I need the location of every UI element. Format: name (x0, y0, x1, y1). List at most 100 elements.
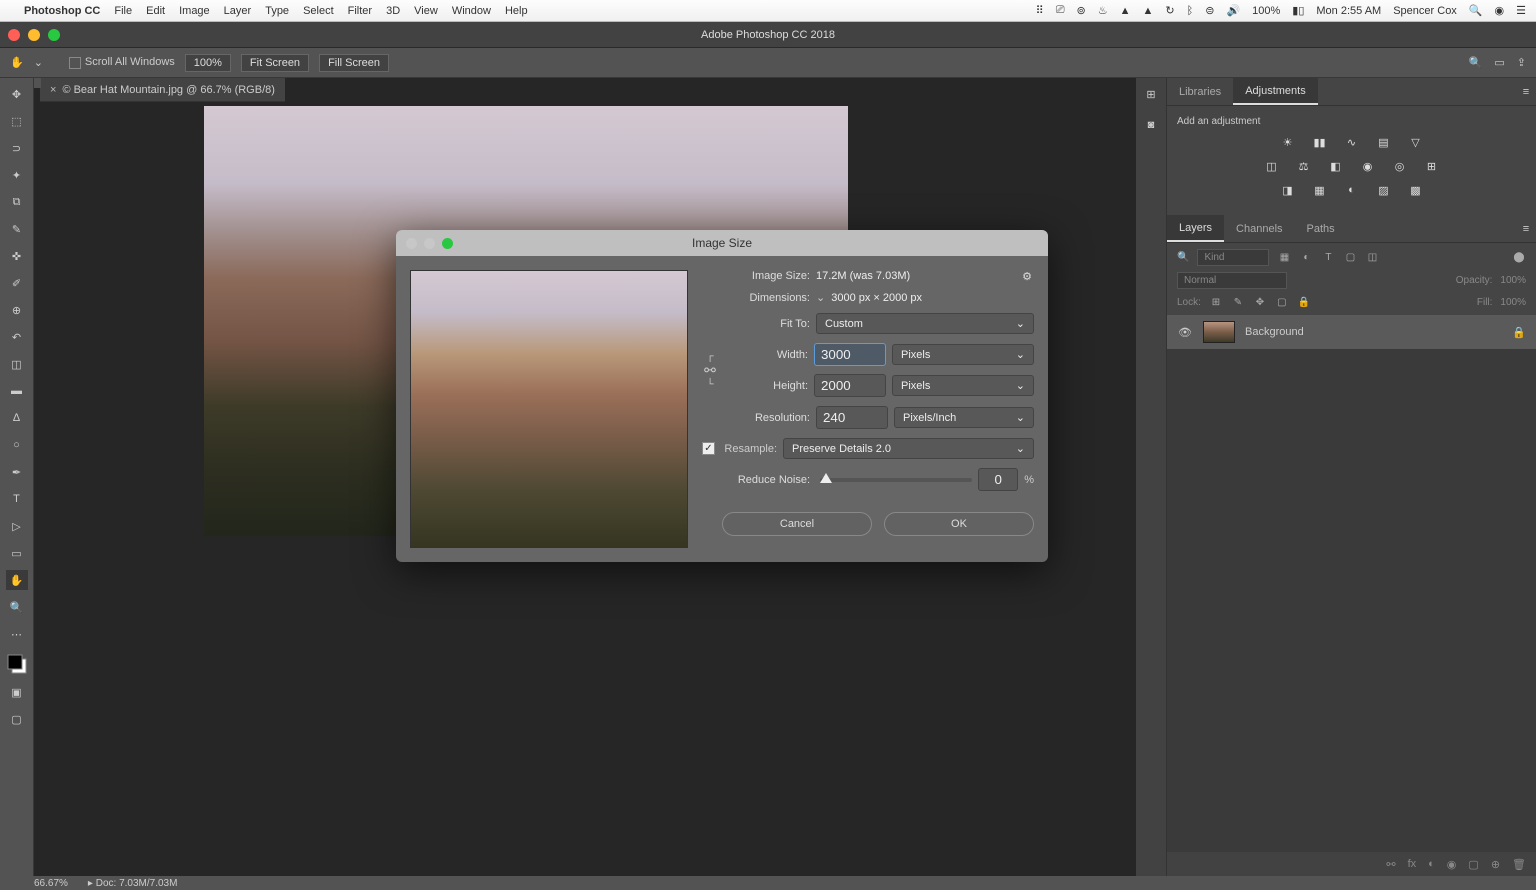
dropbox-icon[interactable]: ⠿ (1036, 4, 1044, 17)
resolution-unit-select[interactable]: Pixels/Inch⌄ (894, 407, 1034, 428)
fx-icon[interactable]: fx (1408, 858, 1417, 870)
history-brush-tool[interactable]: ↶ (6, 327, 28, 347)
warning-icon[interactable]: ▲ (1120, 5, 1131, 17)
bluetooth-icon[interactable]: ᛒ (1187, 5, 1194, 17)
hand-tool[interactable]: ✋ (6, 570, 28, 590)
dodge-tool[interactable]: ○ (6, 435, 28, 455)
menu-image[interactable]: Image (179, 5, 210, 17)
resample-checkbox[interactable]: ✓ (702, 442, 715, 455)
dimensions-chevron-icon[interactable]: ⌄ (816, 291, 825, 304)
tab-layers[interactable]: Layers (1167, 215, 1224, 242)
fit-screen-button[interactable]: Fit Screen (241, 54, 309, 72)
tool-preset-chevron[interactable]: ⌄ (34, 56, 43, 69)
menu-edit[interactable]: Edit (146, 5, 165, 17)
layer-filter-kind[interactable]: Kind (1197, 249, 1269, 266)
adj-levels-icon[interactable]: ▮▮ (1311, 133, 1329, 151)
pen-tool[interactable]: ✒ (6, 462, 28, 482)
adj-bw-icon[interactable]: ◧ (1327, 157, 1345, 175)
zoom-window[interactable] (48, 29, 60, 41)
document-tab[interactable]: × © Bear Hat Mountain.jpg @ 66.7% (RGB/8… (40, 78, 285, 102)
ok-button[interactable]: OK (884, 512, 1034, 536)
blend-mode-select[interactable]: Normal (1177, 272, 1287, 289)
filter-smart-icon[interactable]: ◫ (1365, 251, 1379, 265)
type-tool[interactable]: T (6, 489, 28, 509)
layer-visibility-icon[interactable]: 👁 (1177, 326, 1193, 339)
menu-type[interactable]: Type (265, 5, 289, 17)
delete-layer-icon[interactable]: 🗑 (1512, 858, 1526, 871)
cancel-button[interactable]: Cancel (722, 512, 872, 536)
menu-3d[interactable]: 3D (386, 5, 400, 17)
adj-balance-icon[interactable]: ⚖ (1295, 157, 1313, 175)
layers-panel-menu-icon[interactable]: ≡ (1516, 215, 1536, 242)
new-group-icon[interactable]: ▢ (1468, 858, 1478, 871)
layer-row-background[interactable]: 👁 Background 🔒 (1167, 315, 1536, 349)
filter-toggle[interactable]: ⬤ (1512, 251, 1526, 265)
dialog-preview[interactable] (410, 270, 688, 548)
quickmask-tool[interactable]: ▣ (6, 682, 28, 702)
height-input[interactable] (814, 374, 886, 397)
more-tools[interactable]: ⋯ (6, 624, 28, 644)
marquee-tool[interactable]: ⬚ (6, 111, 28, 131)
adj-gradient-icon[interactable]: ▨ (1375, 181, 1393, 199)
crop-tool[interactable]: ⧉ (6, 192, 28, 212)
adj-photo-icon[interactable]: ◉ (1359, 157, 1377, 175)
link-layers-icon[interactable]: ⚯ (1386, 858, 1395, 871)
tab-adjustments[interactable]: Adjustments (1233, 78, 1318, 105)
lock-all-icon[interactable]: 🔒 (1297, 295, 1311, 309)
lock-artboard-icon[interactable]: ▢ (1275, 295, 1289, 309)
panel-icon-2[interactable]: ◙ (1148, 119, 1155, 131)
siri-icon[interactable]: ◉ (1495, 4, 1505, 17)
status-zoom[interactable]: 66.67% (34, 878, 68, 889)
new-layer-icon[interactable]: ⊕ (1491, 858, 1500, 871)
search-icon[interactable]: 🔍 (1469, 56, 1483, 69)
adj-vibrance-icon[interactable]: ▽ (1407, 133, 1425, 151)
filter-pixel-icon[interactable]: ▦ (1277, 251, 1291, 265)
spotlight-icon[interactable]: 🔍 (1469, 4, 1483, 17)
tab-paths[interactable]: Paths (1295, 215, 1347, 242)
lock-brush-icon[interactable]: ✎ (1231, 295, 1245, 309)
tab-libraries[interactable]: Libraries (1167, 78, 1233, 105)
fill-screen-button[interactable]: Fill Screen (319, 54, 389, 72)
status-doc-info[interactable]: ▸ Doc: 7.03M/7.03M (88, 878, 178, 889)
fill-value[interactable]: 100% (1500, 297, 1526, 308)
adj-invert-icon[interactable]: ◨ (1279, 181, 1297, 199)
zoom-tool[interactable]: 🔍 (6, 597, 28, 617)
flame-icon[interactable]: ♨ (1098, 4, 1108, 17)
shape-tool[interactable]: ▭ (6, 543, 28, 563)
menu-select[interactable]: Select (303, 5, 334, 17)
move-tool[interactable]: ✥ (6, 84, 28, 104)
path-select-tool[interactable]: ▷ (6, 516, 28, 536)
gradient-tool[interactable]: ▬ (6, 381, 28, 401)
hand-tool-icon[interactable]: ✋ (10, 56, 24, 69)
battery-icon[interactable]: ▮▯ (1292, 4, 1304, 17)
dialog-close[interactable] (406, 238, 417, 249)
blur-tool[interactable]: ∆ (6, 408, 28, 428)
user-name[interactable]: Spencer Cox (1393, 5, 1457, 17)
eraser-tool[interactable]: ◫ (6, 354, 28, 374)
resolution-input[interactable] (816, 406, 888, 429)
fitto-select[interactable]: Custom⌄ (816, 313, 1034, 334)
noise-input[interactable] (978, 468, 1018, 491)
eyedropper-tool[interactable]: ✎ (6, 219, 28, 239)
adj-curves-icon[interactable]: ∿ (1343, 133, 1361, 151)
opacity-value[interactable]: 100% (1500, 275, 1526, 286)
dialog-zoom[interactable] (442, 238, 453, 249)
screenmode-tool[interactable]: ▢ (6, 709, 28, 729)
width-unit-select[interactable]: Pixels⌄ (892, 344, 1034, 365)
filter-shape-icon[interactable]: ▢ (1343, 251, 1357, 265)
tab-channels[interactable]: Channels (1224, 215, 1294, 242)
lasso-tool[interactable]: ⊃ (6, 138, 28, 158)
constrain-link-icon[interactable]: ┌ ⚯ └ (702, 351, 718, 390)
cc-icon[interactable]: ⊚ (1077, 4, 1086, 17)
noise-slider[interactable] (820, 478, 972, 482)
layer-thumbnail[interactable] (1203, 321, 1235, 343)
scroll-all-checkbox[interactable]: Scroll All Windows (69, 56, 175, 68)
layer-name[interactable]: Background (1245, 326, 1304, 338)
adj-selective-icon[interactable]: ▩ (1407, 181, 1425, 199)
adj-threshold-icon[interactable]: ◐ (1343, 181, 1361, 199)
notification-icon[interactable]: ☰ (1516, 4, 1526, 17)
volume-icon[interactable]: 🔊 (1226, 4, 1240, 17)
panel-menu-icon[interactable]: ≡ (1516, 78, 1536, 105)
healing-tool[interactable]: ✜ (6, 246, 28, 266)
filter-type-icon[interactable]: T (1321, 251, 1335, 265)
